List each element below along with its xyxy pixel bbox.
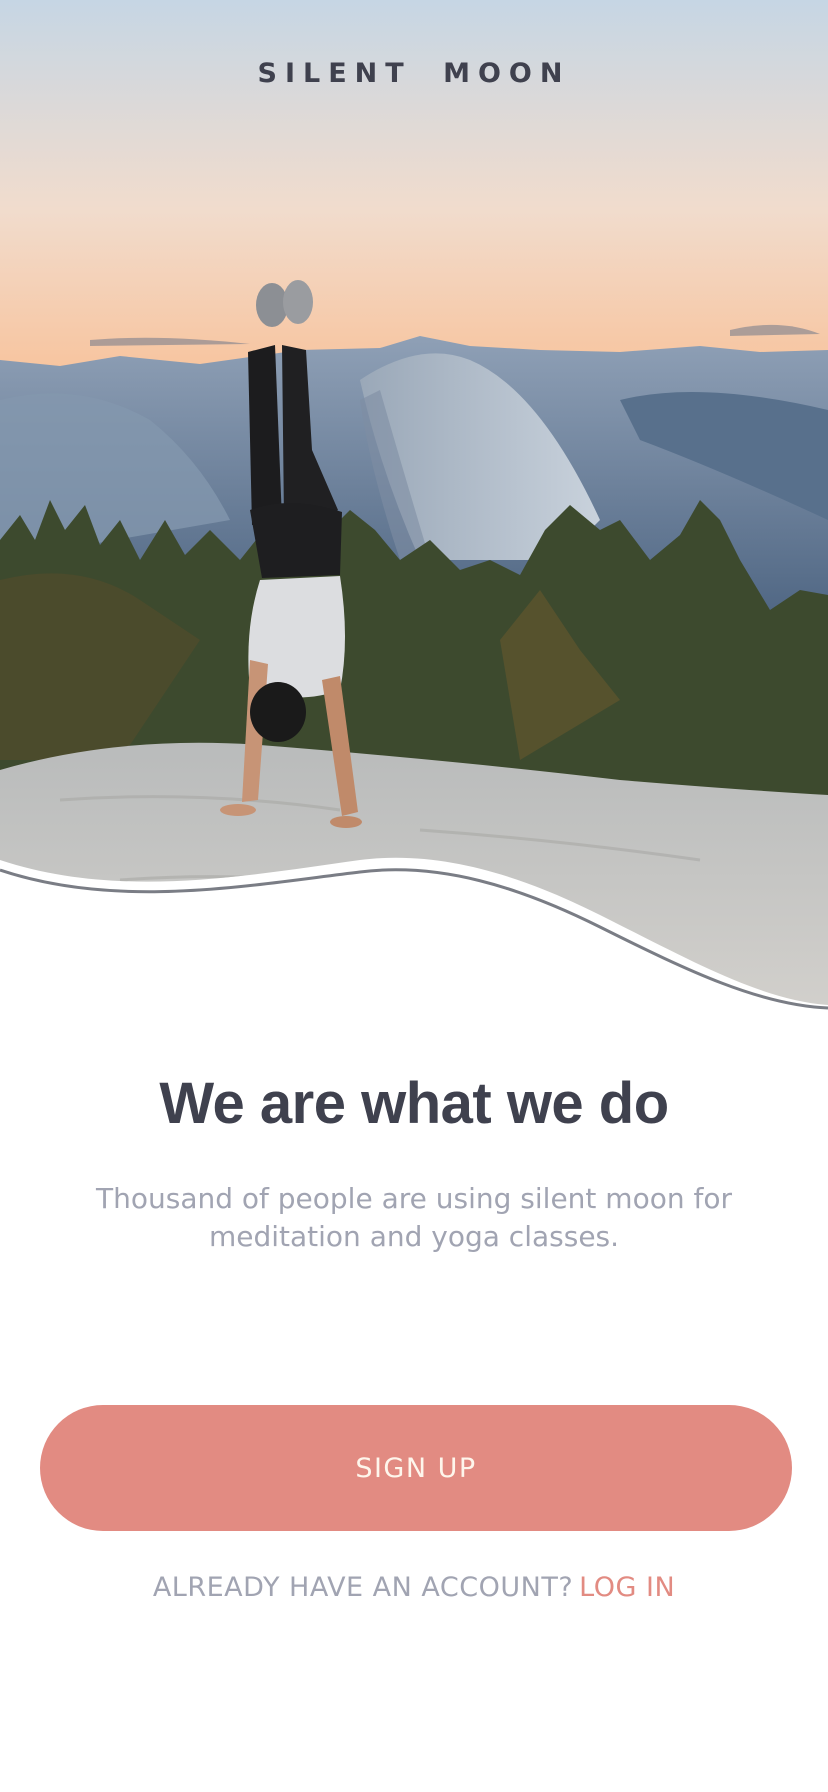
brand-logo-text: SILENT MOON (257, 58, 571, 89)
login-prompt: ALREADY HAVE AN ACCOUNT? LOG IN (0, 1572, 828, 1603)
yoga-handstand-photo (0, 0, 828, 1010)
hero-image (0, 0, 828, 1010)
sign-up-label: SIGN UP (355, 1452, 477, 1484)
page-title: We are what we do (159, 1071, 669, 1136)
sign-up-button[interactable]: SIGN UP (40, 1405, 792, 1531)
page-subtitle: Thousand of people are using silent moon… (96, 1182, 732, 1253)
log-in-link[interactable]: LOG IN (579, 1572, 675, 1603)
already-account-text: ALREADY HAVE AN ACCOUNT? (152, 1572, 574, 1603)
